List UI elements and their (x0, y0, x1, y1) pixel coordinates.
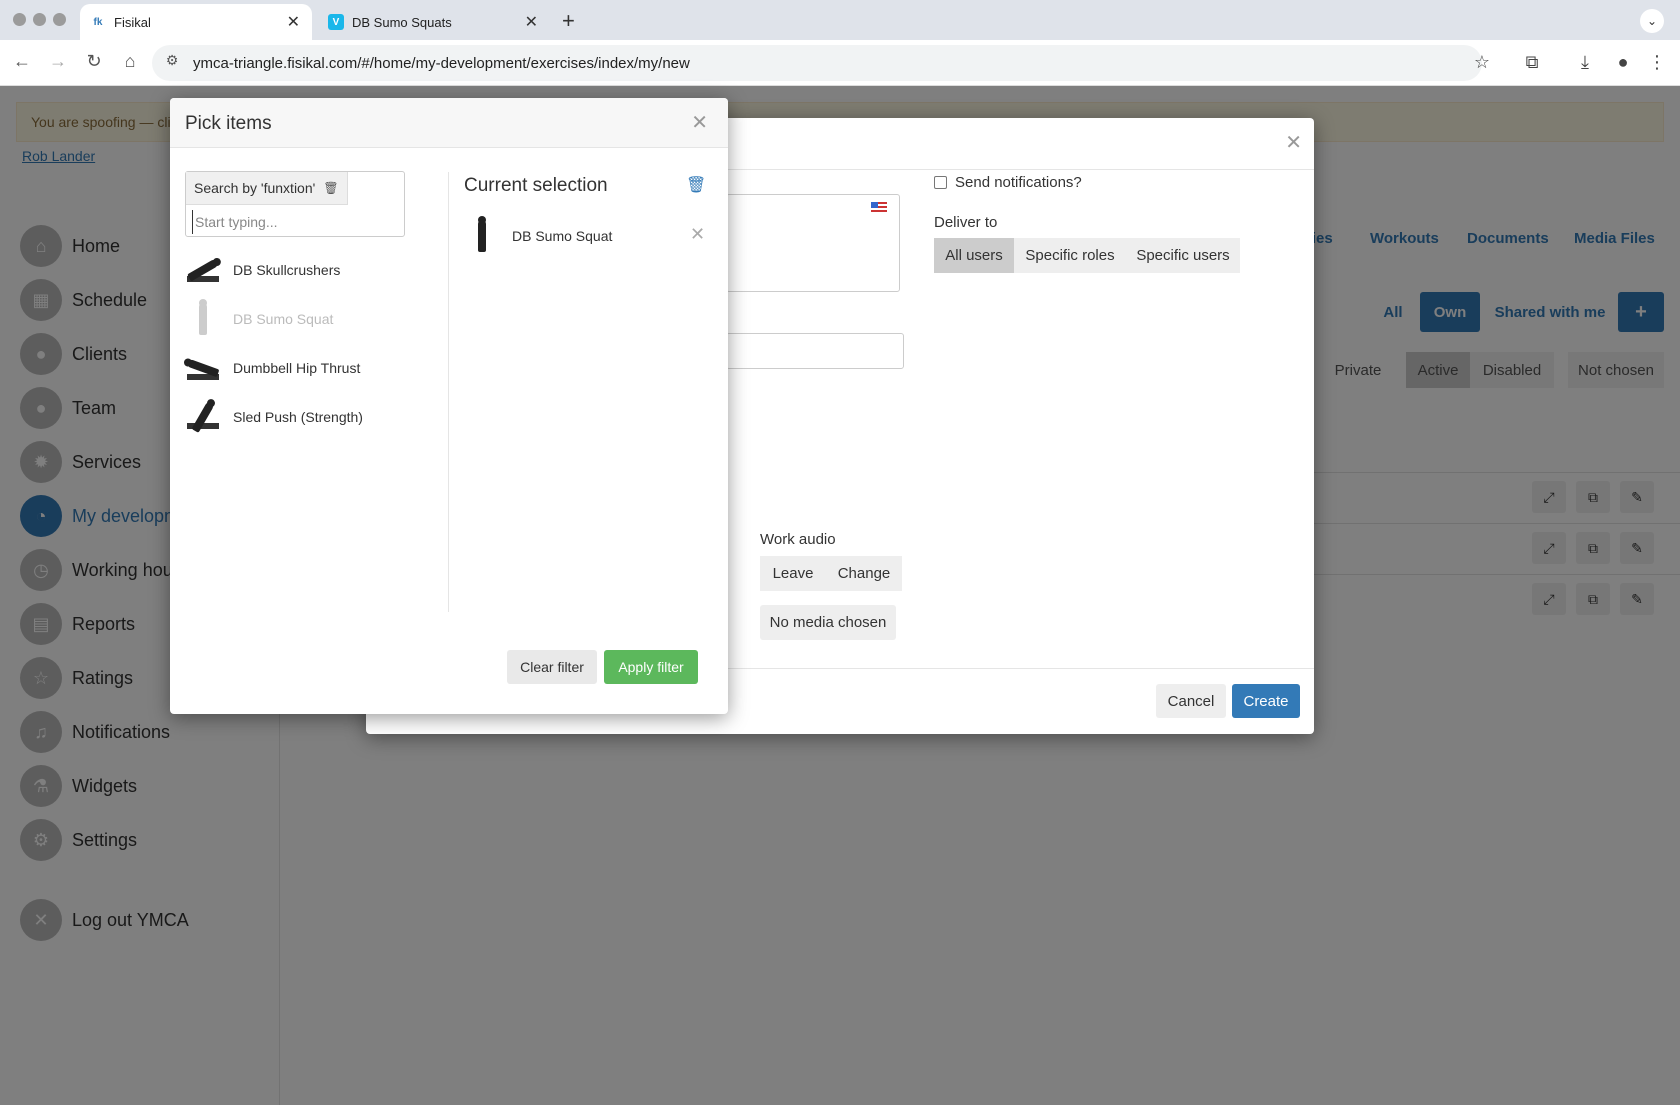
close-tab-icon[interactable]: ✕ (287, 12, 300, 32)
clear-filter-button[interactable]: Clear filter (507, 650, 597, 684)
send-notifications-checkbox[interactable] (934, 176, 947, 189)
browser-tab-vimeo[interactable]: V DB Sumo Squats ✕ (318, 4, 550, 40)
window-close-dot[interactable] (13, 13, 26, 26)
bookmark-star-icon[interactable]: ☆ (1471, 52, 1493, 73)
send-notifications-row[interactable]: Send notifications? (934, 174, 1082, 191)
list-item[interactable]: DB Skullcrushers (185, 248, 340, 292)
browser-toolbar: ← → ↻ ⌂ ⚙ ymca-triangle.fisikal.com/#/ho… (0, 40, 1680, 86)
apply-filter-button[interactable]: Apply filter (604, 650, 698, 684)
list-item[interactable]: DB Sumo Squat (185, 297, 333, 341)
profile-icon[interactable]: ● (1612, 52, 1634, 73)
vimeo-favicon-icon: V (328, 14, 344, 30)
fisikal-favicon-icon: fk (93, 16, 103, 28)
item-name: Dumbbell Hip Thrust (233, 360, 361, 376)
exercise-thumbnail (185, 348, 221, 388)
browser-tab-bar: fk Fisikal ✕ V DB Sumo Squats ✕ + ⌄ (0, 0, 1680, 40)
exercise-thumbnail (464, 216, 500, 256)
exercise-thumbnail (185, 397, 221, 437)
search-box: Search by 'funxtion' 🗑 (185, 171, 405, 237)
text-input[interactable] (726, 333, 904, 369)
no-media-chosen-badge: No media chosen (760, 605, 896, 640)
deliver-to-label: Deliver to (934, 214, 998, 231)
search-filter-label: Search by 'funxtion' (194, 180, 316, 196)
list-item[interactable]: Sled Push (Strength) (185, 395, 363, 439)
home-icon[interactable]: ⌂ (118, 51, 142, 72)
current-selection-title: Current selection (464, 175, 608, 196)
list-item[interactable]: Dumbbell Hip Thrust (185, 346, 360, 390)
modal-header: Pick items ✕ (170, 98, 728, 148)
deliver-specific-users-button[interactable]: Specific users (1126, 238, 1240, 273)
search-filter-tag: Search by 'funxtion' 🗑 (186, 172, 348, 205)
item-name: DB Sumo Squat (233, 311, 334, 327)
more-menu-icon[interactable]: ⋮ (1646, 52, 1668, 73)
selected-item-name: DB Sumo Squat (512, 228, 613, 244)
deliver-specific-roles-button[interactable]: Specific roles (1014, 238, 1126, 273)
window-minimize-dot[interactable] (33, 13, 46, 26)
send-notifications-label: Send notifications? (955, 174, 1082, 191)
browser-tab-fisikal[interactable]: fk Fisikal ✕ (80, 4, 312, 40)
audio-leave-button[interactable]: Leave (760, 556, 826, 591)
exercise-thumbnail (185, 299, 221, 339)
tab-menu-chevron-icon[interactable]: ⌄ (1640, 9, 1664, 33)
tab-title: Fisikal (114, 14, 151, 30)
trash-icon[interactable]: 🗑 (323, 181, 338, 195)
close-tab-icon[interactable]: ✕ (525, 12, 538, 32)
tab-title: DB Sumo Squats (352, 14, 452, 30)
new-tab-icon[interactable]: + (562, 8, 575, 34)
site-settings-icon[interactable]: ⚙ (160, 52, 184, 69)
window-maximize-dot[interactable] (53, 13, 66, 26)
item-name: DB Skullcrushers (233, 262, 341, 278)
column-divider (448, 172, 449, 612)
forward-icon[interactable]: → (46, 51, 70, 72)
close-icon[interactable]: ✕ (691, 110, 708, 135)
create-button[interactable]: Create (1232, 684, 1300, 718)
exercise-thumbnail (185, 250, 221, 290)
remove-selection-icon[interactable]: ✕ (690, 224, 705, 245)
work-audio-label: Work audio (760, 531, 836, 548)
download-icon[interactable]: ⤓ (1574, 52, 1596, 73)
selected-item: DB Sumo Squat (464, 214, 612, 258)
pick-items-modal: Pick items ✕ Search by 'funxtion' 🗑 DB S… (170, 98, 728, 714)
trash-icon[interactable]: 🗑 (686, 175, 706, 195)
search-input[interactable] (192, 210, 392, 234)
reload-icon[interactable]: ↻ (82, 51, 106, 72)
deliver-all-users-button[interactable]: All users (934, 238, 1014, 273)
extensions-icon[interactable]: ⧉ (1521, 52, 1543, 73)
item-name: Sled Push (Strength) (233, 409, 363, 425)
cancel-button[interactable]: Cancel (1156, 684, 1226, 718)
url-text: ymca-triangle.fisikal.com/#/home/my-deve… (193, 55, 690, 72)
us-flag-icon[interactable] (871, 202, 887, 214)
modal-title: Pick items (185, 113, 272, 134)
back-icon[interactable]: ← (10, 51, 34, 72)
close-icon[interactable]: ✕ (1285, 130, 1302, 155)
audio-change-button[interactable]: Change (826, 556, 902, 591)
